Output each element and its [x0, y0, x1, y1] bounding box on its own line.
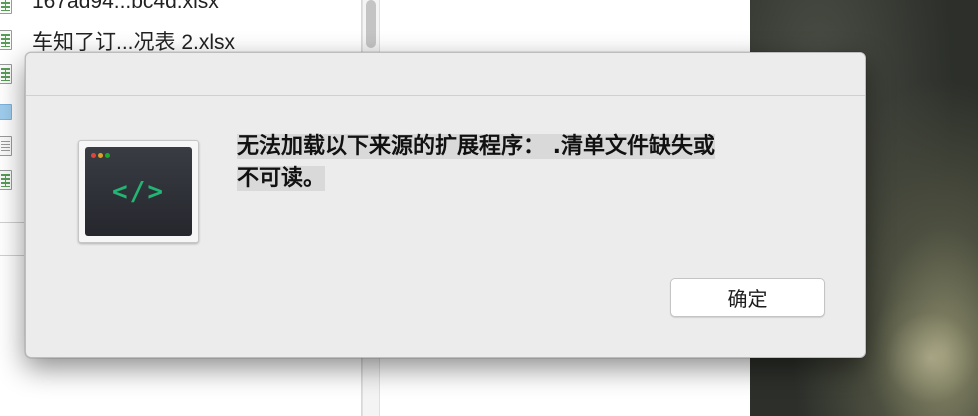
- spreadsheet-file-icon: [0, 0, 12, 14]
- divider: [0, 222, 24, 223]
- file-row[interactable]: 167ad94...bc4d.xlsx: [0, 0, 360, 22]
- file-name: 167ad94...bc4d.xlsx: [32, 0, 219, 13]
- alert-dialog: </> 无法加载以下来源的扩展程序： .清单文件缺失或 不可读。 确定: [25, 52, 866, 358]
- terminal-screen: </>: [85, 147, 192, 236]
- document-file-icon: [0, 136, 12, 156]
- spreadsheet-file-icon: [0, 170, 12, 190]
- scrollbar-thumb[interactable]: [366, 0, 376, 48]
- terminal-code-icon: </>: [78, 140, 199, 243]
- divider: [0, 255, 24, 256]
- alert-message-line-1: 无法加载以下来源的扩展程序： .清单文件缺失或: [237, 134, 716, 159]
- zoom-dot-icon: [105, 153, 110, 158]
- desktop-wallpaper-highlight: [860, 300, 978, 416]
- alert-message-line-2: 不可读。: [237, 166, 326, 191]
- ok-button[interactable]: 确定: [670, 278, 825, 317]
- minimize-dot-icon: [98, 153, 103, 158]
- close-dot-icon: [91, 153, 96, 158]
- code-brackets-icon: </>: [112, 177, 165, 207]
- spreadsheet-file-icon: [0, 64, 12, 84]
- alert-message: 无法加载以下来源的扩展程序： .清单文件缺失或 不可读。: [237, 131, 817, 195]
- spreadsheet-file-icon: [0, 30, 12, 50]
- dialog-titlebar[interactable]: [26, 53, 865, 96]
- folder-icon: [0, 104, 12, 120]
